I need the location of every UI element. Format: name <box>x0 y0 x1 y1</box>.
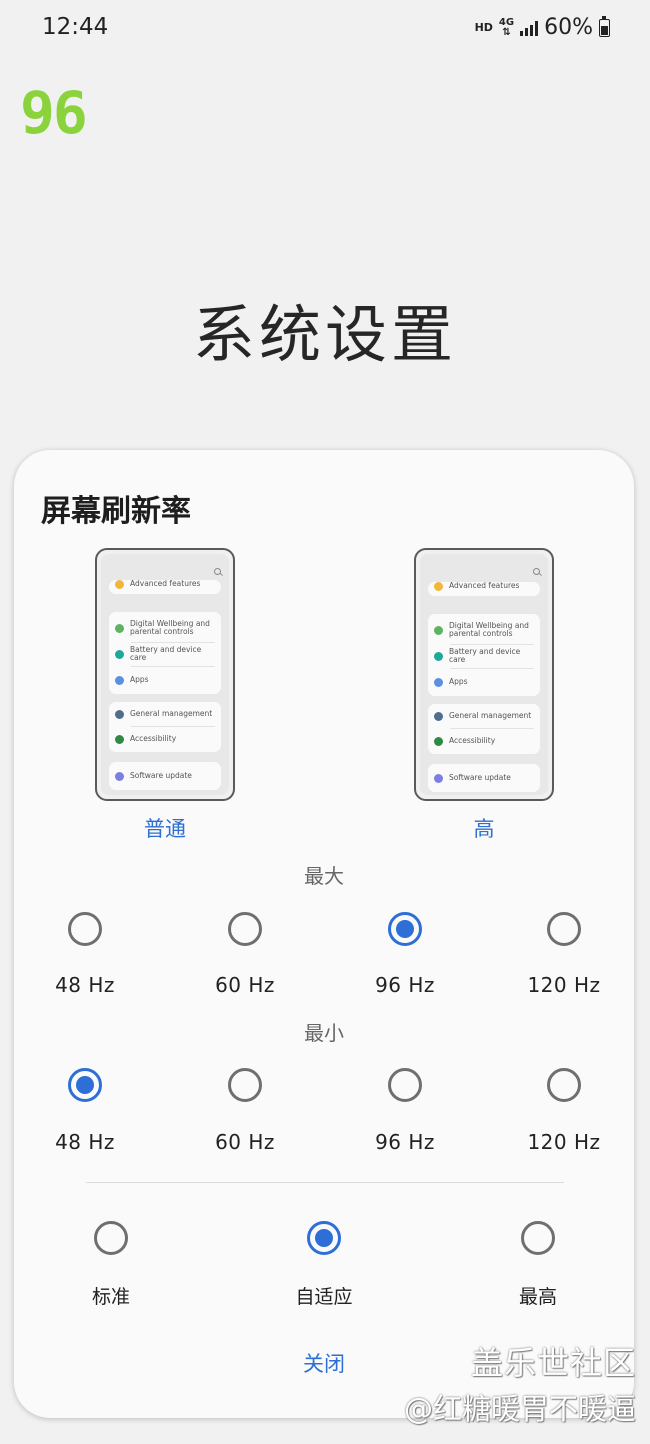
min-48hz-radio[interactable] <box>68 1068 102 1102</box>
preview-item-battery: Battery and device care <box>130 645 202 662</box>
preview-item-advanced: Advanced features <box>449 581 520 590</box>
preview-high[interactable]: Advanced features Digital Wellbeing and … <box>414 548 554 801</box>
data-arrows-icon: ⇅ <box>502 26 511 38</box>
logo-96: 96 <box>20 79 88 147</box>
min-60hz-radio[interactable] <box>228 1068 262 1102</box>
network-type-icon: 4G ⇅ <box>498 16 515 38</box>
watermark-site: 盖乐世社区 <box>470 1344 636 1382</box>
min-96hz-radio[interactable] <box>388 1068 422 1102</box>
preview-item-advanced: Advanced features <box>130 579 201 588</box>
preview-item-general: General management <box>130 709 213 718</box>
min-48hz-label: 48 Hz <box>55 1130 115 1154</box>
phone-preview: Advanced features Digital Wellbeing and … <box>414 548 554 801</box>
hd-voice-icon: HD <box>474 21 493 34</box>
max-section-label: 最大 <box>304 864 344 888</box>
preview-item-apps: Apps <box>449 677 468 686</box>
phone-preview: Advanced features Digital Wellbeing and … <box>95 548 235 801</box>
mode-highest-label: 最高 <box>518 1286 557 1308</box>
page-title: 系统设置 <box>192 298 457 371</box>
max-96hz-radio[interactable] <box>388 912 422 946</box>
min-96hz-label: 96 Hz <box>375 1130 435 1154</box>
preview-item-apps: Apps <box>130 675 149 684</box>
option-normal-label[interactable]: 普通 <box>95 813 235 843</box>
preview-item-wellbeing: Digital Wellbeing and parental controls <box>449 621 529 638</box>
status-time: 12:44 <box>42 14 109 40</box>
min-60hz-label: 60 Hz <box>215 1130 275 1154</box>
preview-item-software: Software update <box>449 773 511 782</box>
preview-item-battery: Battery and device care <box>449 647 521 664</box>
preview-item-accessibility: Accessibility <box>130 734 177 743</box>
preview-normal[interactable]: Advanced features Digital Wellbeing and … <box>95 548 235 801</box>
preview-item-wellbeing: Digital Wellbeing and parental controls <box>130 619 210 636</box>
search-icon <box>533 568 540 575</box>
close-button[interactable]: 关闭 <box>264 1348 384 1378</box>
max-60hz-label: 60 Hz <box>215 973 275 997</box>
preview-item-software: Software update <box>130 771 192 780</box>
mode-highest-radio[interactable] <box>521 1221 555 1255</box>
preview-item-general: General management <box>449 711 532 720</box>
dialog-title: 屏幕刷新率 <box>41 494 191 529</box>
max-48hz-label: 48 Hz <box>55 973 115 997</box>
max-120hz-radio[interactable] <box>547 912 581 946</box>
max-96hz-label: 96 Hz <box>375 973 435 997</box>
refresh-rate-dialog: 屏幕刷新率 Advanced features Digital Wellbein… <box>14 450 634 1418</box>
network-type-label: 4G <box>498 16 515 28</box>
mode-adaptive-label: 自适应 <box>295 1286 353 1308</box>
status-bar: 12:44 HD 4G ⇅ 60% <box>0 0 650 56</box>
min-section-label: 最小 <box>304 1021 344 1045</box>
min-120hz-radio[interactable] <box>547 1068 581 1102</box>
status-icons: HD 4G ⇅ 60% <box>475 15 610 40</box>
max-60hz-radio[interactable] <box>228 912 262 946</box>
mode-standard-label: 标准 <box>91 1286 130 1308</box>
divider <box>86 1182 564 1183</box>
option-high-label[interactable]: 高 <box>414 813 554 843</box>
max-120hz-label: 120 Hz <box>527 973 601 997</box>
mode-standard-radio[interactable] <box>94 1221 128 1255</box>
battery-icon <box>599 15 610 37</box>
preview-item-accessibility: Accessibility <box>449 736 496 745</box>
watermark-user: @红糖暖胃不暖逼 <box>403 1392 636 1426</box>
signal-icon <box>520 20 539 36</box>
mode-adaptive-radio[interactable] <box>307 1221 341 1255</box>
max-48hz-radio[interactable] <box>68 912 102 946</box>
search-icon <box>214 568 221 575</box>
battery-percent: 60% <box>544 15 593 40</box>
min-120hz-label: 120 Hz <box>527 1130 601 1154</box>
